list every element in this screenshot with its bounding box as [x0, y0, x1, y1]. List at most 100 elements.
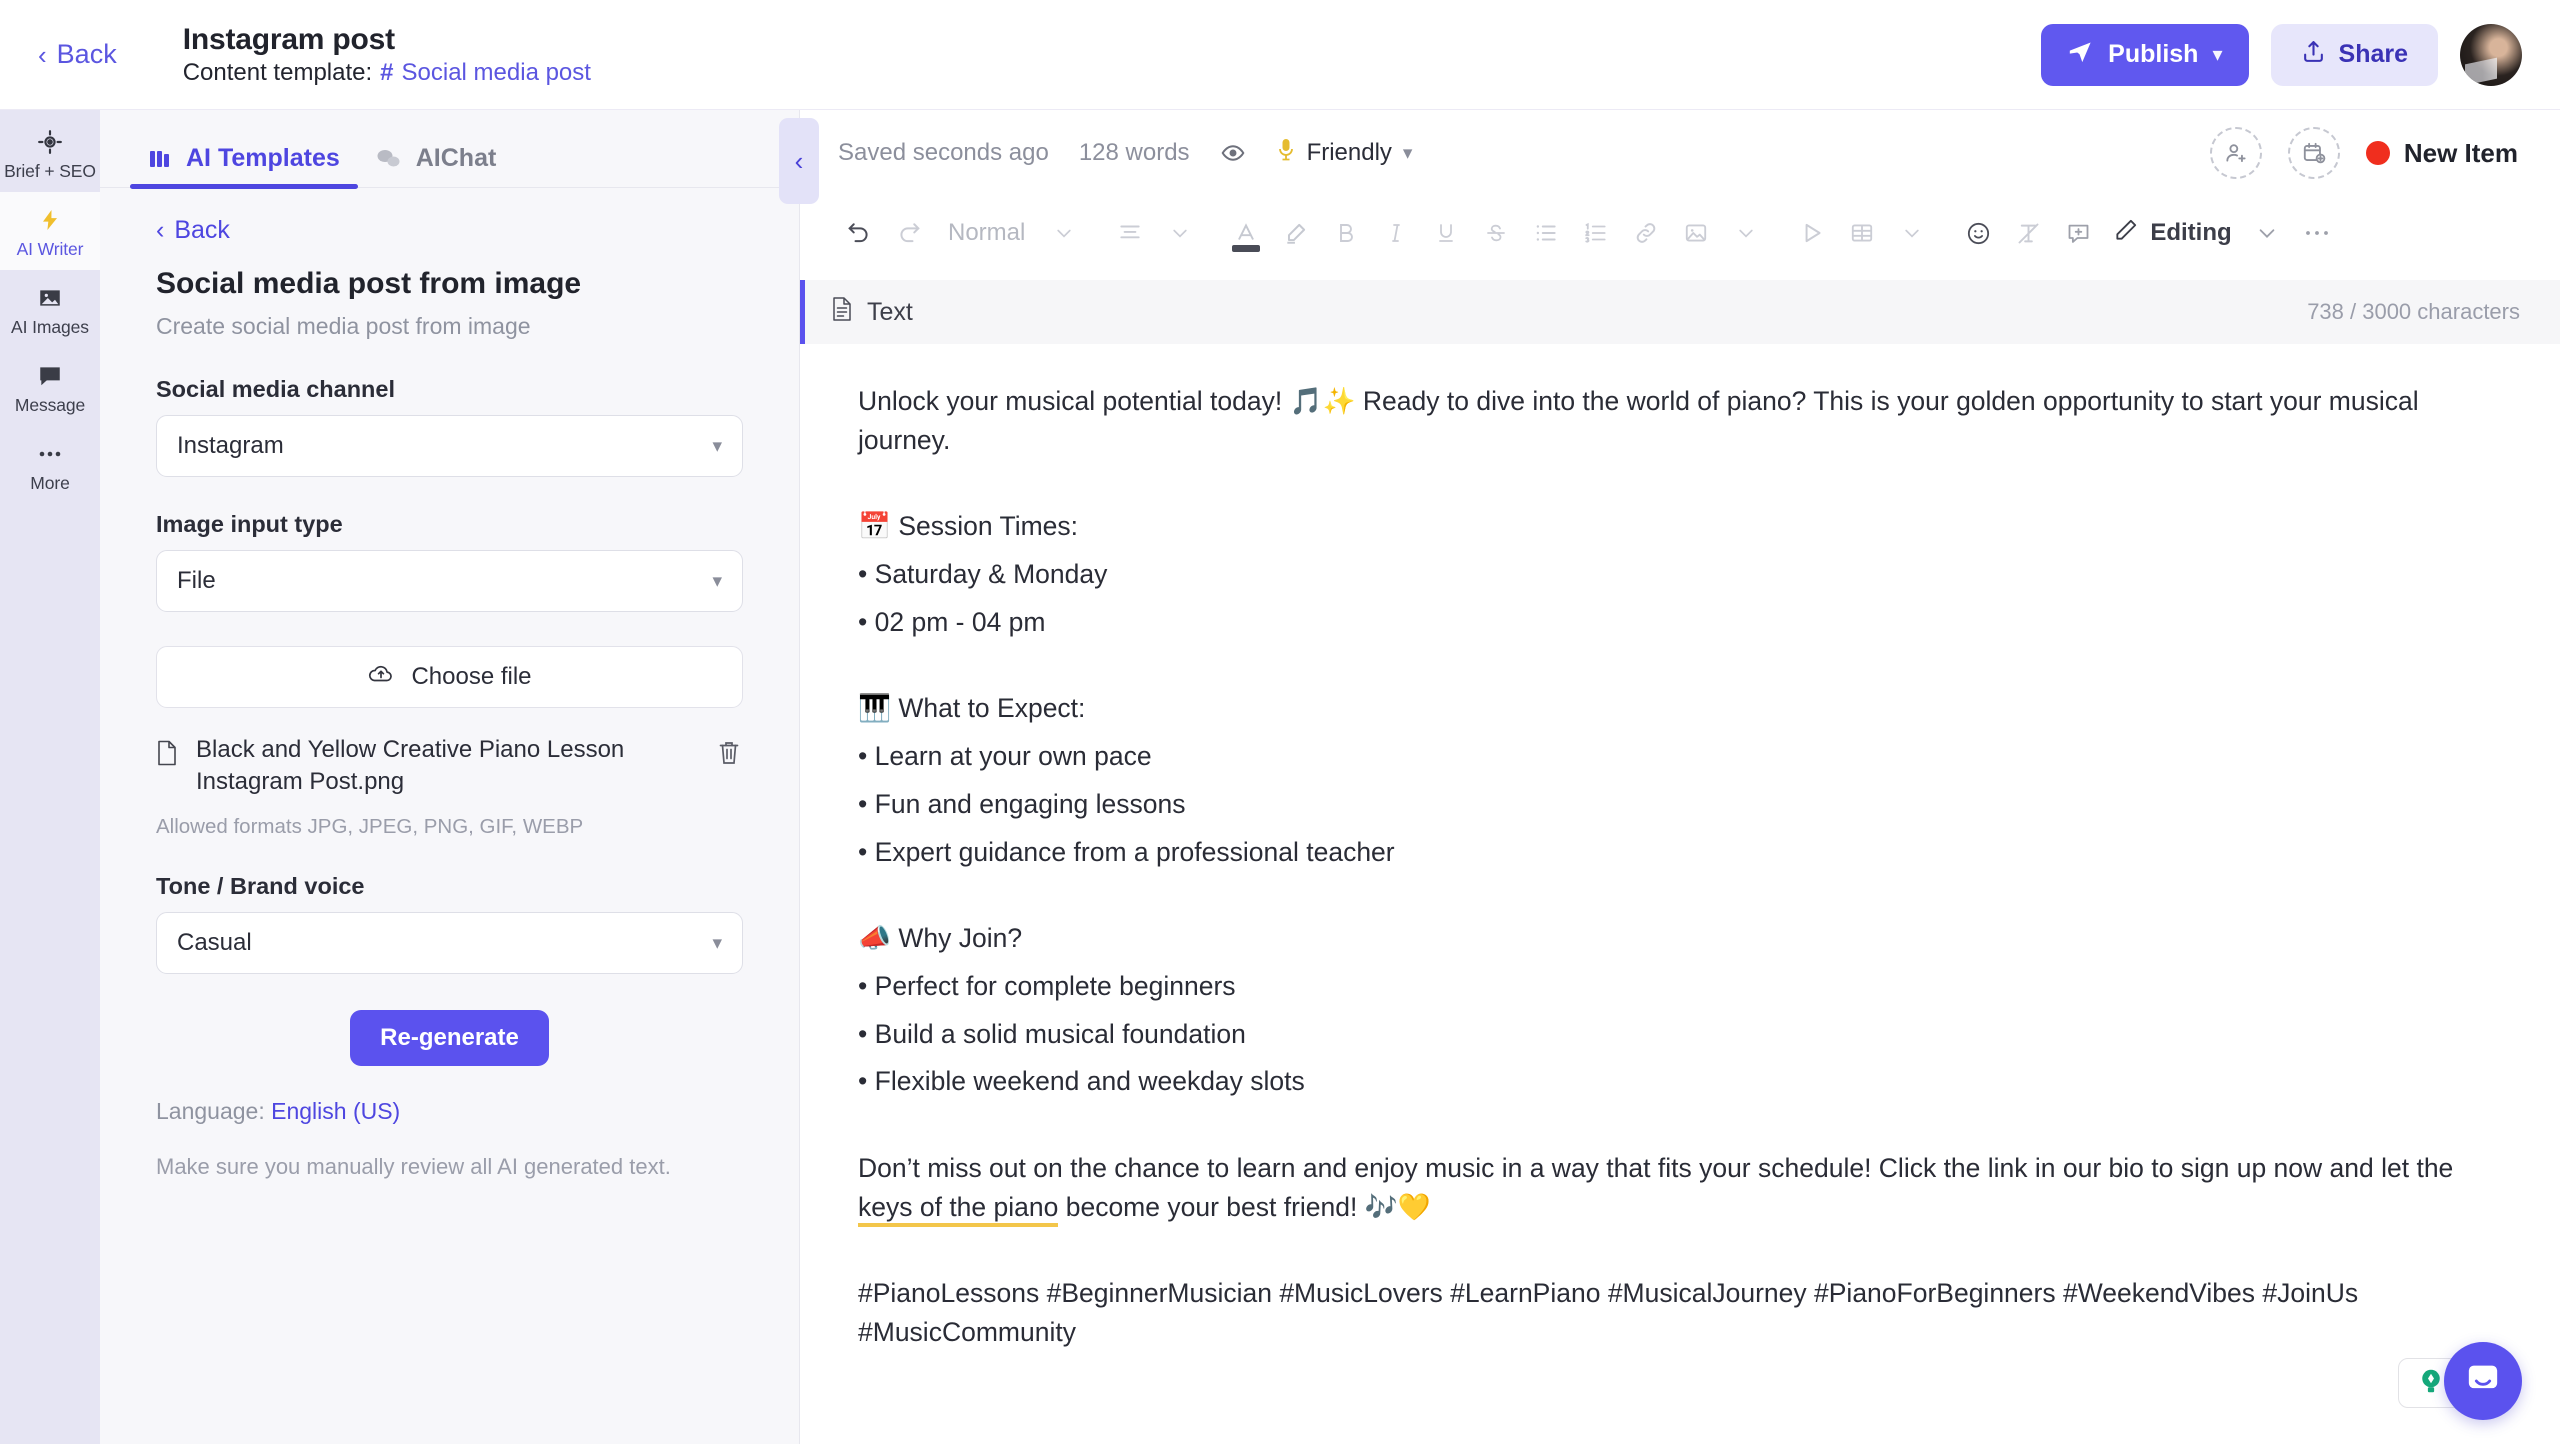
- redo-icon[interactable]: [884, 208, 934, 258]
- sidebar-label: AI Writer: [16, 238, 84, 259]
- file-icon: [156, 734, 180, 771]
- tab-ai-templates[interactable]: AI Templates: [130, 144, 358, 189]
- emoji-icon[interactable]: [1953, 208, 2003, 258]
- share-label: Share: [2338, 40, 2408, 68]
- pencil-icon: [2113, 217, 2139, 250]
- cloud-upload-icon: [367, 662, 395, 693]
- tone-value: Casual: [177, 929, 252, 957]
- image-input-type-label: Image input type: [156, 511, 343, 537]
- list-item: • Perfect for complete beginners: [858, 970, 1236, 1001]
- table-icon[interactable]: [1837, 208, 1887, 258]
- closing-text-b: become your best friend! 🎶💛: [1058, 1191, 1431, 1222]
- highlight-icon[interactable]: [1271, 208, 1321, 258]
- tone-select[interactable]: Casual ▾: [156, 912, 743, 975]
- clear-format-icon[interactable]: [2003, 208, 2053, 258]
- chevron-down-icon[interactable]: ▾: [2212, 42, 2222, 67]
- chevron-down-icon[interactable]: [1721, 208, 1771, 258]
- bullet-list-icon[interactable]: [1521, 208, 1571, 258]
- media-play-icon[interactable]: [1787, 208, 1837, 258]
- sidebar-item-ai-writer[interactable]: AI Writer: [0, 192, 100, 270]
- chevron-down-icon: ▾: [1402, 142, 1413, 164]
- intercom-chat-icon: [2463, 1359, 2503, 1404]
- editing-mode-button[interactable]: Editing: [2103, 208, 2241, 258]
- send-icon: [2067, 38, 2094, 72]
- sidebar-item-message[interactable]: Message: [0, 348, 100, 426]
- list-item: • Learn at your own pace: [858, 741, 1152, 772]
- chat-bubble-icon: [37, 363, 63, 389]
- underline-icon[interactable]: [1421, 208, 1471, 258]
- language-row: Language: English (US): [156, 1098, 743, 1125]
- link-icon[interactable]: [1621, 208, 1671, 258]
- chevron-down-icon: ▾: [712, 435, 722, 457]
- bold-icon[interactable]: [1321, 208, 1371, 258]
- tab-aichat[interactable]: AIChat: [358, 144, 515, 187]
- sidebar-label: Brief + SEO: [4, 160, 96, 181]
- content-template-row: Content template: # Social media post: [183, 59, 591, 87]
- invite-user-button[interactable]: [2209, 127, 2262, 179]
- paragraph-style-select[interactable]: Normal: [934, 208, 1039, 258]
- ai-disclaimer: Make sure you manually review all AI gen…: [156, 1154, 671, 1180]
- heading-why-join: 📣 Why Join?: [858, 923, 1023, 954]
- numbered-list-icon[interactable]: [1571, 208, 1621, 258]
- sidebar-label: AI Images: [11, 316, 89, 337]
- publish-button[interactable]: Publish ▾: [2041, 23, 2249, 86]
- sidebar-label: Message: [14, 394, 86, 415]
- ellipsis-icon: [37, 441, 63, 467]
- chevron-down-icon[interactable]: [2242, 208, 2292, 258]
- strikethrough-icon[interactable]: [1471, 208, 1521, 258]
- chevron-down-icon[interactable]: [1887, 208, 1937, 258]
- collapse-panel-button[interactable]: ‹: [779, 118, 819, 204]
- sidebar-item-brief-seo[interactable]: Brief + SEO: [0, 114, 100, 192]
- more-options-icon[interactable]: [2292, 208, 2342, 258]
- choose-file-button[interactable]: Choose file: [156, 646, 743, 708]
- tone-of-voice-dropdown[interactable]: Friendly ▾: [1276, 137, 1413, 170]
- social-channel-select[interactable]: Instagram ▾: [156, 415, 743, 477]
- list-item: • Build a solid musical foundation: [858, 1018, 1246, 1049]
- back-button[interactable]: ‹ Back: [28, 33, 127, 76]
- italic-icon[interactable]: [1371, 208, 1421, 258]
- preview-eye-icon[interactable]: [1220, 140, 1246, 166]
- editor-status-actions: New Item: [2209, 127, 2560, 179]
- new-item-button[interactable]: New Item: [2365, 137, 2518, 169]
- document-content[interactable]: Unlock your musical potential today! 🎵✨ …: [800, 344, 2560, 1444]
- word-count: 128 words: [1078, 139, 1190, 166]
- chevron-down-icon[interactable]: [1039, 208, 1089, 258]
- social-channel-value: Instagram: [177, 432, 284, 459]
- chevron-down-icon: ▾: [712, 570, 722, 592]
- image-input-type-select[interactable]: File ▾: [156, 550, 743, 612]
- paragraph-hashtags: #PianoLessons #BeginnerMusician #MusicLo…: [858, 1278, 2359, 1347]
- align-icon[interactable]: [1105, 208, 1155, 258]
- regenerate-button[interactable]: Re-generate: [350, 1010, 549, 1067]
- templates-icon: [148, 147, 172, 171]
- uploaded-file-name: Black and Yellow Creative Piano Lesson I…: [196, 736, 625, 795]
- image-insert-icon[interactable]: [1671, 208, 1721, 258]
- intercom-chat-button[interactable]: [2444, 1342, 2522, 1420]
- sidebar-item-ai-images[interactable]: AI Images: [0, 270, 100, 348]
- content-template-link[interactable]: Social media post: [402, 59, 591, 87]
- content-template-label: Content template:: [182, 58, 373, 86]
- panel-subheading: Create social media post from image: [156, 313, 531, 339]
- list-item: • Flexible weekend and weekday slots: [858, 1066, 1305, 1097]
- editing-mode-label: Editing: [2150, 219, 2232, 246]
- language-value[interactable]: English (US): [271, 1098, 400, 1124]
- image-icon: [37, 285, 63, 311]
- back-label: Back: [56, 39, 117, 69]
- font-color-icon[interactable]: [1221, 208, 1271, 258]
- undo-icon[interactable]: [834, 208, 884, 258]
- delete-file-icon[interactable]: [717, 734, 743, 771]
- left-icon-rail: Brief + SEO AI Writer AI Images Message …: [0, 110, 100, 1444]
- sidebar-item-more[interactable]: More: [0, 426, 100, 504]
- document-title-block: Instagram post Content template: # Socia…: [183, 23, 591, 87]
- add-to-calendar-button[interactable]: [2287, 127, 2340, 179]
- share-button[interactable]: Share: [2270, 23, 2438, 86]
- panel-back-button[interactable]: ‹ Back: [156, 216, 743, 245]
- chevron-down-icon[interactable]: [1155, 208, 1205, 258]
- character-count: 738 / 3000 characters: [2307, 299, 2520, 324]
- comment-icon[interactable]: [2053, 208, 2103, 258]
- panel-back-label: Back: [174, 216, 230, 244]
- publish-label: Publish: [2108, 40, 2199, 68]
- new-item-label: New Item: [2403, 137, 2518, 168]
- avatar[interactable]: [2460, 23, 2522, 86]
- document-icon: [831, 296, 853, 329]
- tone-label: Tone / Brand voice: [156, 873, 365, 900]
